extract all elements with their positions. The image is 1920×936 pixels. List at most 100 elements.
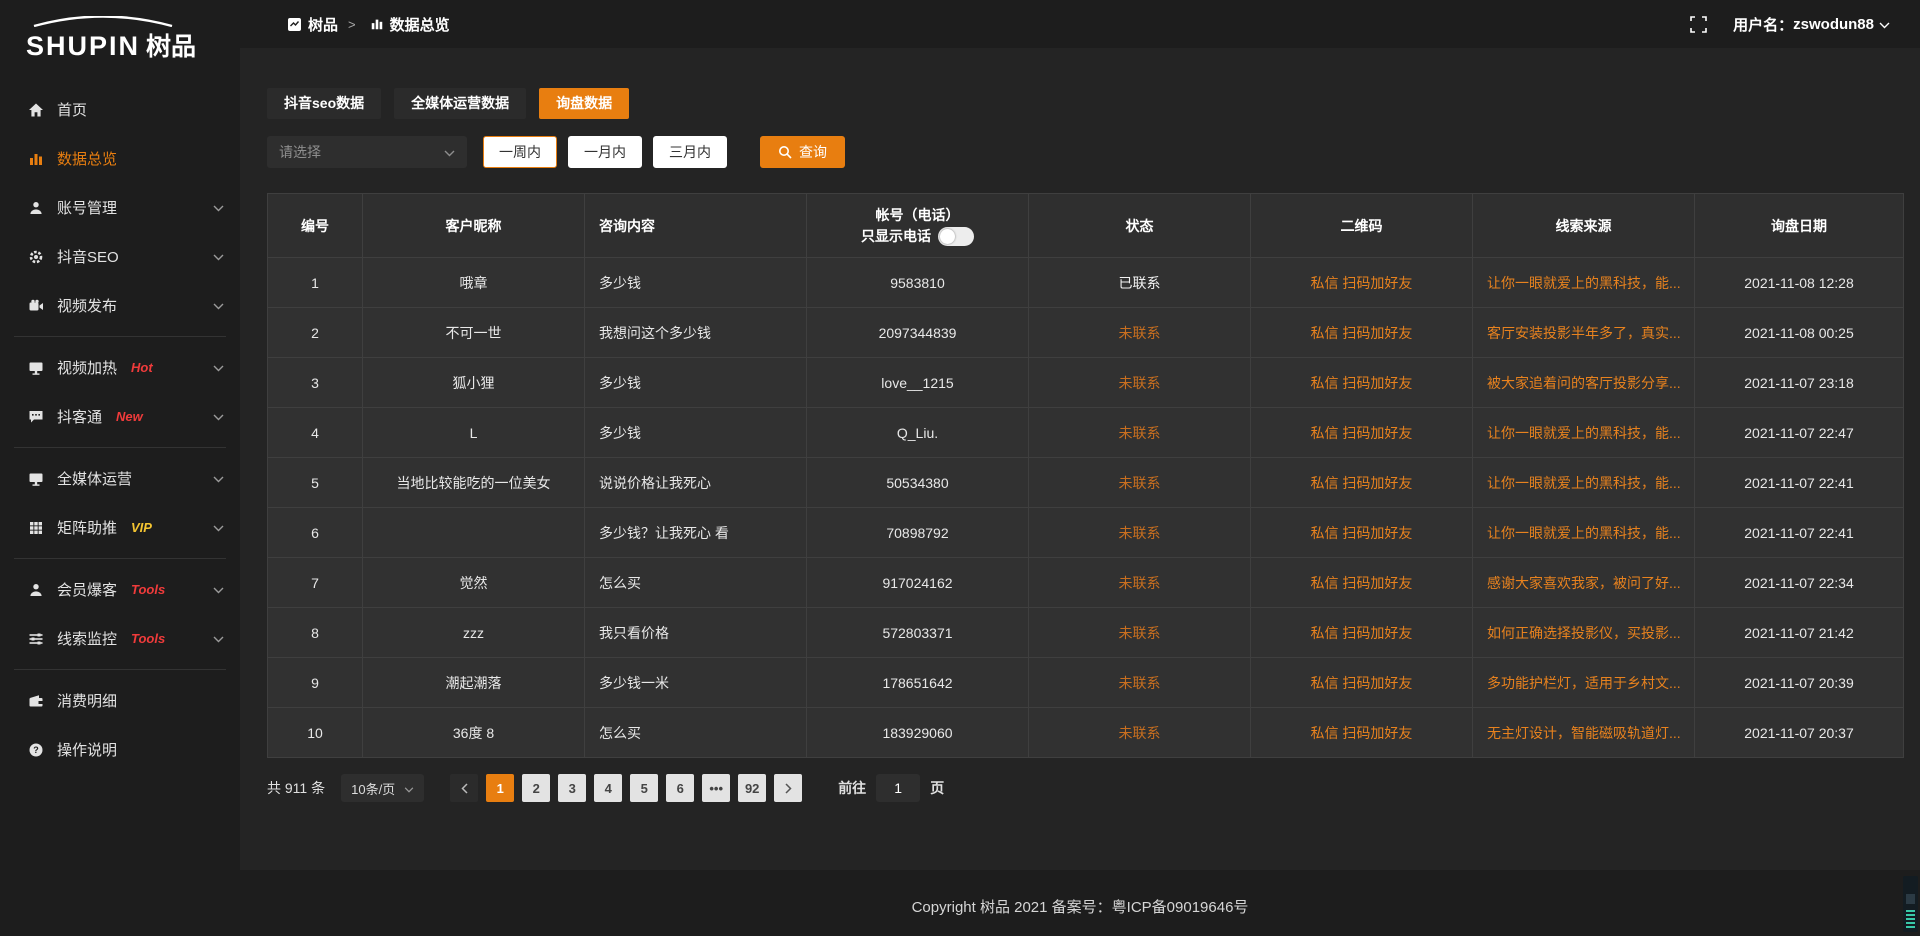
chevron-down-icon [404, 781, 414, 796]
toggle-knob [940, 229, 955, 244]
cell-qrcode-link[interactable]: 私信 扫码加好友 [1251, 658, 1473, 708]
search-icon [778, 145, 792, 159]
cell-qrcode-link[interactable]: 私信 扫码加好友 [1251, 708, 1473, 758]
chevron-down-icon [213, 630, 224, 647]
fullscreen-icon[interactable] [1690, 16, 1707, 33]
next-page-button[interactable] [774, 774, 802, 802]
page-size-select[interactable]: 10条/页 [341, 774, 424, 802]
phone-only-toggle[interactable] [938, 227, 974, 246]
sidebar-item-matrix-boost[interactable]: 矩阵助推 VIP [0, 503, 240, 552]
sidebar-item-consumption-detail[interactable]: 消费明细 [0, 676, 240, 725]
cell-qrcode-link[interactable]: 私信 扫码加好友 [1251, 358, 1473, 408]
cell-lead-source-link[interactable]: 客厅安装投影半年多了，真实... [1473, 308, 1695, 358]
cell-qrcode-link[interactable]: 私信 扫码加好友 [1251, 258, 1473, 308]
cell-account: 9583810 [807, 258, 1029, 308]
cell-qrcode-link[interactable]: 私信 扫码加好友 [1251, 408, 1473, 458]
table-row: 4 L 多少钱 Q_Liu. 未联系 私信 扫码加好友 让你一眼就爱上的黑科技，… [268, 408, 1904, 458]
page-number-button[interactable]: 2 [522, 774, 550, 802]
cell-account: 183929060 [807, 708, 1029, 758]
page-number-button[interactable]: ••• [702, 774, 730, 802]
cell-nickname: 当地比较能吃的一位美女 [363, 458, 585, 508]
sidebar-item-label: 线索监控 [57, 628, 117, 649]
tab-omnimedia-data[interactable]: 全媒体运营数据 [394, 88, 526, 119]
tab-douyin-seo-data[interactable]: 抖音seo数据 [267, 88, 381, 119]
page-number-button[interactable]: 5 [630, 774, 658, 802]
breadcrumb-root-icon [287, 17, 302, 32]
sidebar-item-label: 全媒体运营 [57, 468, 132, 489]
sidebar-item-member-baoke[interactable]: 会员爆客 Tools [0, 565, 240, 614]
page-number-button[interactable]: 3 [558, 774, 586, 802]
topbar-right: 用户名： zswodun88 [1690, 14, 1890, 35]
sidebar-item-video-publish[interactable]: 视频发布 [0, 281, 240, 330]
period-month-button[interactable]: 一月内 [568, 136, 642, 168]
period-week-button[interactable]: 一周内 [483, 136, 557, 168]
sidebar-item-omnimedia-ops[interactable]: 全媒体运营 [0, 454, 240, 503]
user-menu[interactable]: 用户名： zswodun88 [1733, 14, 1890, 35]
cell-content: 怎么买 [585, 708, 807, 758]
vip-badge: VIP [131, 520, 152, 535]
col-header-date: 询盘日期 [1695, 194, 1904, 258]
chat-bubble-icon [27, 408, 44, 425]
page-number-button[interactable]: 4 [594, 774, 622, 802]
cell-lead-source-link[interactable]: 让你一眼就爱上的黑科技，能... [1473, 508, 1695, 558]
cell-account: 178651642 [807, 658, 1029, 708]
cell-content: 说说价格让我死心 [585, 458, 807, 508]
cell-id: 9 [268, 658, 363, 708]
sidebar-item-lead-monitor[interactable]: 线索监控 Tools [0, 614, 240, 663]
cell-lead-source-link[interactable]: 让你一眼就爱上的黑科技，能... [1473, 458, 1695, 508]
browser-extension-overlay[interactable] [1903, 876, 1918, 932]
search-button[interactable]: 查询 [760, 136, 845, 168]
cell-lead-source-link[interactable]: 多功能护栏灯，适用于乡村文... [1473, 658, 1695, 708]
cell-lead-source-link[interactable]: 如何正确选择投影仪，买投影... [1473, 608, 1695, 658]
page-number-button[interactable]: 92 [738, 774, 766, 802]
sidebar-item-data-overview[interactable]: 数据总览 [0, 134, 240, 183]
sidebar-item-label: 抖音SEO [57, 246, 119, 267]
sidebar-divider [14, 447, 226, 448]
prev-page-button[interactable] [450, 774, 478, 802]
breadcrumb-separator: > [348, 17, 356, 32]
period-quarter-button[interactable]: 三月内 [653, 136, 727, 168]
col-header-lead-source: 线索来源 [1473, 194, 1695, 258]
cell-account: Q_Liu. [807, 408, 1029, 458]
sidebar-item-account-mgmt[interactable]: 账号管理 [0, 183, 240, 232]
sidebar-item-label: 矩阵助推 [57, 517, 117, 538]
cell-lead-source-link[interactable]: 让你一眼就爱上的黑科技，能... [1473, 258, 1695, 308]
page-number-button[interactable]: 1 [486, 774, 514, 802]
col-header-id: 编号 [268, 194, 363, 258]
sidebar-item-instructions[interactable]: ? 操作说明 [0, 725, 240, 774]
goto-page-input[interactable] [876, 774, 920, 802]
footer: Copyright 树品 2021 备案号：粤ICP备09019646号 [240, 870, 1920, 936]
cell-id: 5 [268, 458, 363, 508]
cell-lead-source-link[interactable]: 被大家追着问的客厅投影分享... [1473, 358, 1695, 408]
cell-lead-source-link[interactable]: 感谢大家喜欢我家，被问了好... [1473, 558, 1695, 608]
cell-nickname: 不可一世 [363, 308, 585, 358]
hot-badge: Hot [131, 360, 153, 375]
cell-lead-source-link[interactable]: 无主灯设计，智能磁吸轨道灯... [1473, 708, 1695, 758]
main-area: 树品 > 数据总览 用户名： zswodun88 抖音seo数据 全媒体运营数据… [240, 0, 1920, 936]
cell-qrcode-link[interactable]: 私信 扫码加好友 [1251, 508, 1473, 558]
table-row: 9 潮起潮落 多少钱一米 178651642 未联系 私信 扫码加好友 多功能护… [268, 658, 1904, 708]
page-number-button[interactable]: 6 [666, 774, 694, 802]
grid-icon [27, 519, 44, 536]
cell-id: 6 [268, 508, 363, 558]
sidebar-item-home[interactable]: 首页 [0, 85, 240, 134]
sidebar-item-douyin-seo[interactable]: 抖音SEO [0, 232, 240, 281]
account-select[interactable]: 请选择 [267, 136, 467, 168]
cell-lead-source-link[interactable]: 让你一眼就爱上的黑科技，能... [1473, 408, 1695, 458]
cell-account: 70898792 [807, 508, 1029, 558]
tab-inquiry-data[interactable]: 询盘数据 [539, 88, 629, 119]
cell-qrcode-link[interactable]: 私信 扫码加好友 [1251, 608, 1473, 658]
sidebar-item-douketong[interactable]: 抖客通 New [0, 392, 240, 441]
col-header-qrcode: 二维码 [1251, 194, 1473, 258]
sidebar-item-video-boost[interactable]: 视频加热 Hot [0, 343, 240, 392]
chevron-down-icon [213, 199, 224, 216]
table-row: 6 多少钱？让我死心 看 70898792 未联系 私信 扫码加好友 让你一眼就… [268, 508, 1904, 558]
cell-qrcode-link[interactable]: 私信 扫码加好友 [1251, 308, 1473, 358]
table-row: 3 狐小狸 多少钱 love__1215 未联系 私信 扫码加好友 被大家追着问… [268, 358, 1904, 408]
cell-date: 2021-11-07 22:34 [1695, 558, 1904, 608]
chevron-down-icon [444, 144, 455, 160]
cell-id: 3 [268, 358, 363, 408]
breadcrumb-root[interactable]: 树品 [308, 14, 338, 35]
cell-qrcode-link[interactable]: 私信 扫码加好友 [1251, 558, 1473, 608]
cell-qrcode-link[interactable]: 私信 扫码加好友 [1251, 458, 1473, 508]
